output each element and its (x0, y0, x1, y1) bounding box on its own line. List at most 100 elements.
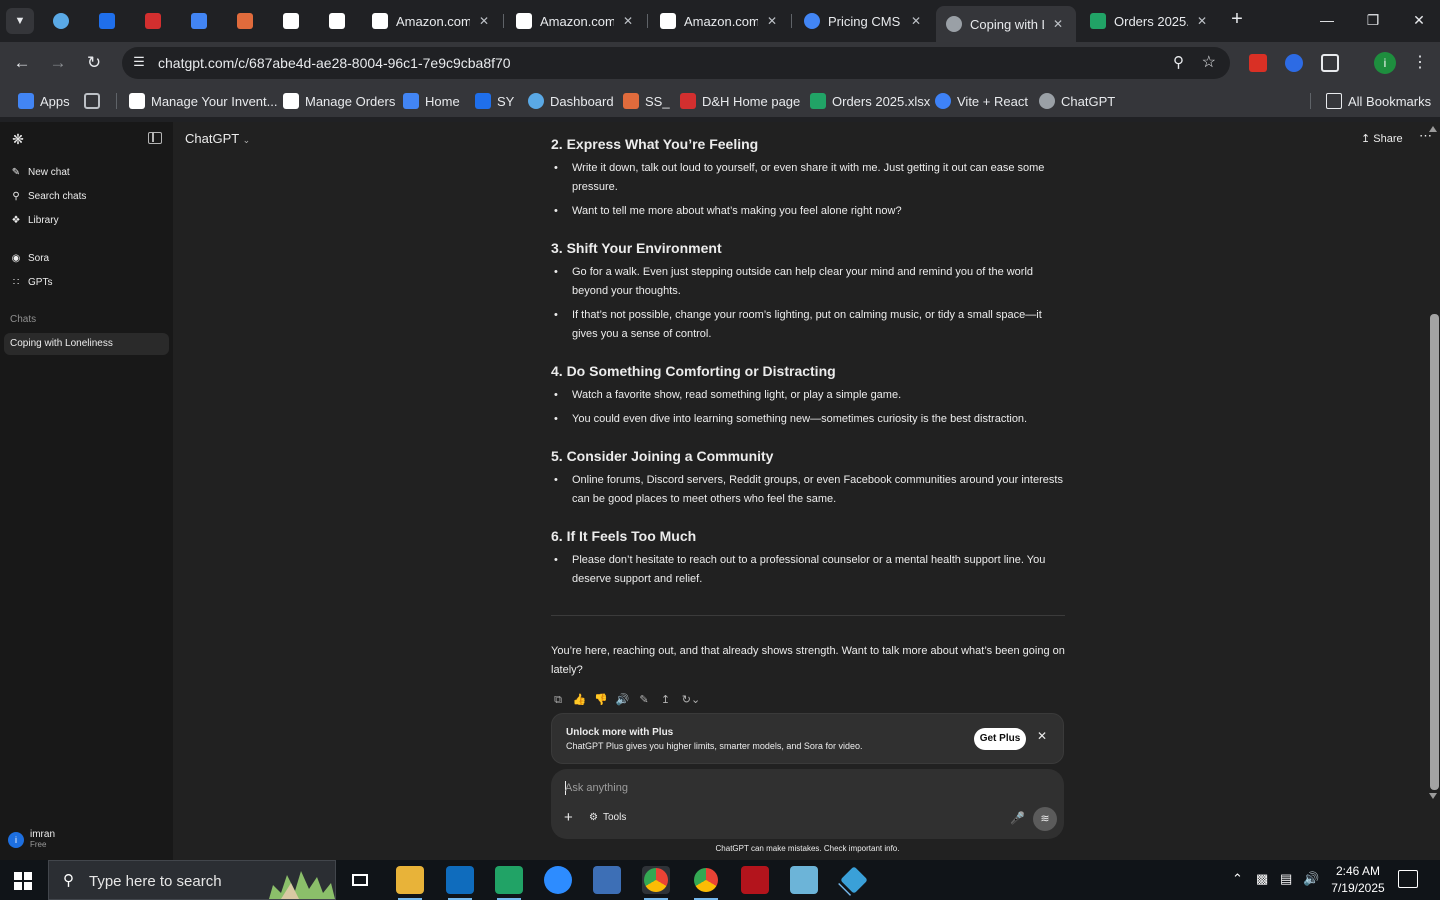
volume-icon[interactable]: 🔊 (1303, 871, 1319, 887)
tab-groups-icon[interactable] (84, 92, 106, 110)
new-tab-plus-icon[interactable]: + (1226, 9, 1248, 31)
tab-pricing-cms[interactable]: Pricing CMS ✕ (794, 6, 934, 36)
back-arrow-icon[interactable]: ← (9, 50, 35, 76)
bookmark-dashboard[interactable]: Dashboard (528, 92, 614, 110)
bookmark-vite-react[interactable]: Vite + React (935, 92, 1028, 110)
scroll-down-arrow[interactable] (1429, 793, 1437, 799)
share-button[interactable]: ↥ Share (1361, 132, 1403, 145)
bookmark-manage-orders[interactable]: Manage Orders (283, 92, 395, 110)
security-tray-icon[interactable]: ▩ (1256, 871, 1268, 887)
tab-amazon-3[interactable]: Amazon.com ✕ (650, 6, 790, 36)
sidebar-item-sora[interactable]: ◉ Sora (10, 250, 50, 266)
close-tab-icon[interactable]: ✕ (476, 14, 492, 28)
bookmark-ss[interactable]: SS_ (623, 92, 670, 110)
address-bar[interactable]: ☰ chatgpt.com/c/687abe4d-ae28-8004-96c1-… (122, 47, 1230, 79)
tab-orders-2025[interactable]: Orders 2025.x ✕ (1080, 6, 1220, 36)
url-text[interactable]: chatgpt.com/c/687abe4d-ae28-8004-96c1-7e… (158, 55, 511, 71)
bookmark-star-icon[interactable]: ☆ (1202, 52, 1216, 72)
share-icon[interactable]: ↥ (659, 692, 673, 708)
scroll-up-arrow[interactable] (1429, 126, 1437, 132)
site-info-icon[interactable]: ☰ (130, 54, 148, 72)
read-aloud-icon[interactable]: 🔊 (616, 692, 630, 708)
extension-blue-icon[interactable] (1285, 54, 1303, 72)
prompt-input[interactable] (565, 779, 1005, 797)
pinned-tab-6[interactable] (276, 8, 306, 34)
close-tab-icon[interactable]: ✕ (620, 14, 636, 28)
minimize-icon[interactable]: — (1304, 6, 1350, 34)
zoom-icon[interactable] (544, 866, 572, 894)
pinned-tab-3[interactable] (138, 8, 168, 34)
pinned-tab-7[interactable] (322, 8, 352, 34)
openai-logo-icon[interactable]: ❋ (10, 131, 26, 147)
tab-amazon-2[interactable]: Amazon.com ✕ (506, 6, 646, 36)
close-tab-icon[interactable]: ✕ (908, 14, 924, 28)
regenerate-icon[interactable]: ↻⌄ (680, 692, 702, 708)
sidebar-item-gpts[interactable]: ∷ GPTs (10, 274, 53, 290)
bookmark-manage-inventory[interactable]: Manage Your Invent... (129, 92, 277, 110)
chat-item-coping-with-loneliness[interactable]: Coping with Loneliness (4, 333, 169, 355)
pinned-tab-4[interactable] (184, 8, 214, 34)
calculator-icon[interactable] (593, 866, 621, 894)
thumbs-up-icon[interactable]: 👍 (573, 692, 587, 708)
bookmark-sy[interactable]: SY (475, 92, 514, 110)
home-icon (191, 13, 207, 29)
chrome-menu-icon[interactable]: ⋮ (1412, 52, 1428, 72)
bookmark-dh-home[interactable]: D&H Home page (680, 92, 800, 110)
tools-button[interactable]: ⚙ Tools (589, 812, 626, 823)
task-view-icon[interactable] (346, 866, 374, 894)
bookmark-chatgpt[interactable]: ChatGPT (1039, 92, 1115, 110)
bookmark-home[interactable]: Home (403, 92, 460, 110)
voice-mode-icon[interactable]: ≋ (1033, 807, 1057, 831)
forward-arrow-icon[interactable]: → (45, 50, 71, 76)
sidebar-item-library[interactable]: ❖ Library (10, 212, 59, 228)
close-window-icon[interactable]: ✕ (1396, 6, 1440, 34)
windows-start-icon[interactable] (14, 872, 32, 890)
bookmark-apps[interactable]: Apps (18, 92, 70, 110)
bullet-item: Watch a favorite show, read something li… (551, 386, 1067, 405)
close-icon[interactable]: ✕ (1037, 729, 1047, 743)
system-clock[interactable]: 2:46 AM 7/19/2025 (1326, 863, 1390, 897)
chrome-icon[interactable] (642, 866, 670, 900)
add-attachment-icon[interactable]: + (564, 809, 573, 826)
copy-icon[interactable]: ⧉ (551, 692, 565, 708)
sidebar-item-new-chat[interactable]: ✎ New chat (10, 164, 70, 180)
close-tab-icon[interactable]: ✕ (1194, 14, 1210, 28)
close-tab-icon[interactable]: ✕ (1050, 17, 1066, 31)
outlook-icon[interactable] (446, 866, 474, 900)
model-selector[interactable]: ChatGPT ⌄ (185, 131, 250, 146)
scrollbar-thumb[interactable] (1430, 314, 1439, 790)
taskbar-search-box[interactable]: ⚲ Type here to search (48, 860, 336, 900)
close-tab-icon[interactable]: ✕ (764, 14, 780, 28)
plus-upsell-banner: Unlock more with Plus ChatGPT Plus gives… (551, 713, 1064, 764)
all-bookmarks[interactable]: All Bookmarks (1326, 92, 1431, 110)
extension-red-icon[interactable] (1249, 54, 1267, 72)
chrome-profile-icon[interactable] (692, 866, 720, 900)
extensions-puzzle-icon[interactable] (1321, 54, 1339, 72)
pinned-tab-5[interactable] (230, 8, 260, 34)
pinned-tab-2[interactable] (92, 8, 122, 34)
bookmark-orders-2025[interactable]: Orders 2025.xlsx (810, 92, 930, 110)
notifications-icon[interactable] (1398, 870, 1418, 888)
profile-avatar[interactable]: i (1374, 52, 1396, 74)
user-account[interactable]: i imran Free (8, 829, 55, 850)
microphone-icon[interactable]: 🎤 (1010, 811, 1025, 825)
show-hidden-icons-icon[interactable]: ⌃ (1232, 871, 1243, 887)
network-icon[interactable]: ▤ (1280, 871, 1292, 887)
sidebar-item-search-chats[interactable]: ⚲ Search chats (10, 188, 86, 204)
sidebar-toggle-icon[interactable] (148, 132, 162, 144)
notepad-icon[interactable] (790, 866, 818, 894)
tab-search-chevron-icon[interactable]: ▼ (6, 8, 34, 34)
app-diamond-icon[interactable] (840, 866, 868, 894)
tab-amazon-1[interactable]: Amazon.com ✕ (362, 6, 502, 36)
edit-canvas-icon[interactable]: ✎ (637, 692, 651, 708)
pinned-tab-1[interactable] (46, 8, 76, 34)
reload-icon[interactable]: ↻ (81, 50, 107, 76)
get-plus-button[interactable]: Get Plus (974, 728, 1026, 750)
thumbs-down-icon[interactable]: 👎 (594, 692, 608, 708)
file-explorer-icon[interactable] (396, 866, 424, 900)
filezilla-icon[interactable] (741, 866, 769, 894)
restore-icon[interactable]: ❐ (1350, 6, 1396, 34)
zoom-magnifier-icon[interactable]: ⚲ (1173, 53, 1184, 71)
excel-icon[interactable] (495, 866, 523, 900)
tab-coping-with-loneliness[interactable]: Coping with L ✕ (936, 6, 1076, 42)
